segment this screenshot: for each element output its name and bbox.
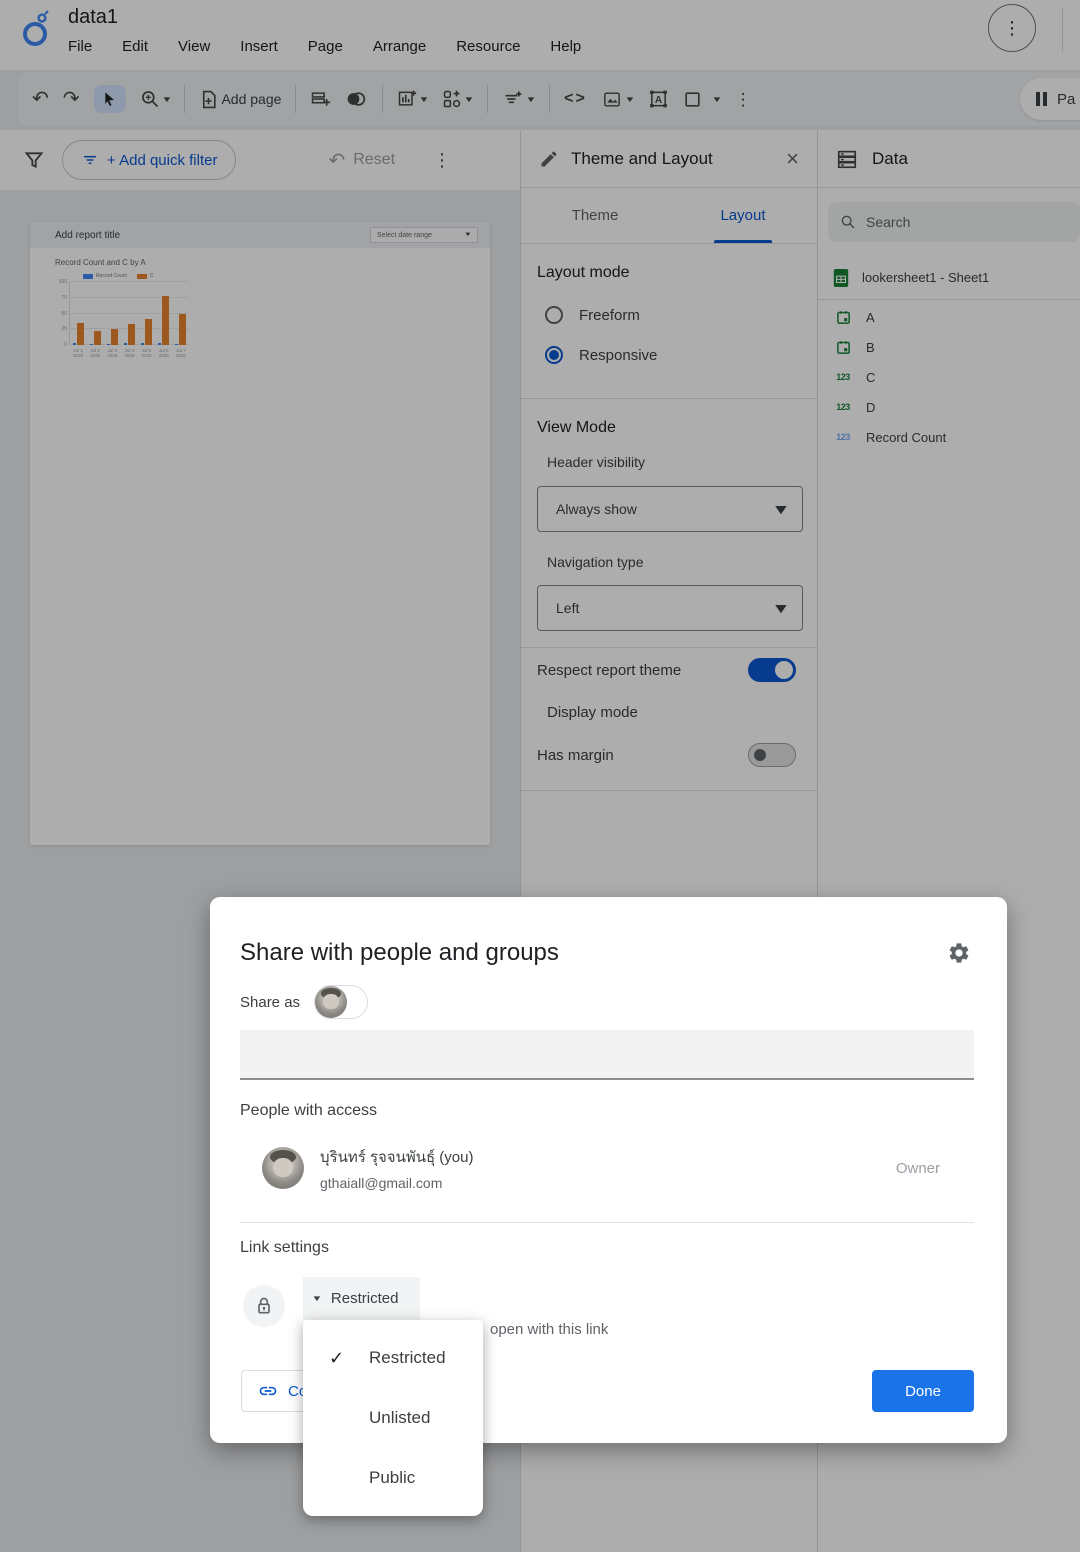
- looker-studio-app: data1 FileEditViewInsertPageArrangeResou…: [0, 0, 1080, 1552]
- link-access-option-unlisted[interactable]: Unlisted: [303, 1388, 483, 1448]
- divider: [240, 1222, 974, 1223]
- lock-badge: [243, 1285, 285, 1327]
- link-hint-text: open with this link: [490, 1321, 608, 1338]
- person-role: Owner: [896, 1160, 940, 1177]
- person-info: บุรินทร์ รุจจนพันธุ์ (you) gthaiall@gmai…: [320, 1145, 896, 1191]
- link-access-menu: ✓ Restricted Unlisted Public: [303, 1320, 483, 1516]
- person-email: gthaiall@gmail.com: [320, 1175, 896, 1191]
- add-people-input[interactable]: [240, 1030, 974, 1080]
- dropdown-arrow-icon: ▼: [311, 1294, 322, 1303]
- share-as-label: Share as: [240, 994, 300, 1011]
- person-name: บุรินทร์ รุจจนพันธุ์ (you): [320, 1145, 896, 1169]
- link-access-value: Restricted: [331, 1290, 399, 1307]
- gear-icon[interactable]: [947, 941, 971, 965]
- avatar: [262, 1147, 304, 1189]
- link-icon: [258, 1381, 278, 1401]
- share-dialog-title: Share with people and groups: [240, 939, 559, 967]
- link-access-dropdown[interactable]: ▼ Restricted: [303, 1277, 420, 1320]
- option-label: Restricted: [369, 1348, 446, 1368]
- option-label: Unlisted: [369, 1408, 430, 1428]
- avatar: [315, 986, 347, 1018]
- link-access-option-restricted[interactable]: ✓ Restricted: [303, 1328, 483, 1388]
- people-with-access-label: People with access: [240, 1102, 377, 1120]
- option-label: Public: [369, 1468, 415, 1488]
- share-as-account-chip[interactable]: [314, 985, 368, 1019]
- person-row: บุรินทร์ รุจจนพันธุ์ (you) gthaiall@gmai…: [240, 1145, 974, 1191]
- checkmark-icon: ✓: [329, 1348, 347, 1369]
- done-button[interactable]: Done: [872, 1370, 974, 1412]
- done-label: Done: [905, 1383, 941, 1400]
- share-as-row: Share as: [240, 985, 368, 1019]
- lock-icon: [254, 1296, 274, 1316]
- link-access-option-public[interactable]: Public: [303, 1448, 483, 1508]
- link-settings-label: Link settings: [240, 1239, 329, 1257]
